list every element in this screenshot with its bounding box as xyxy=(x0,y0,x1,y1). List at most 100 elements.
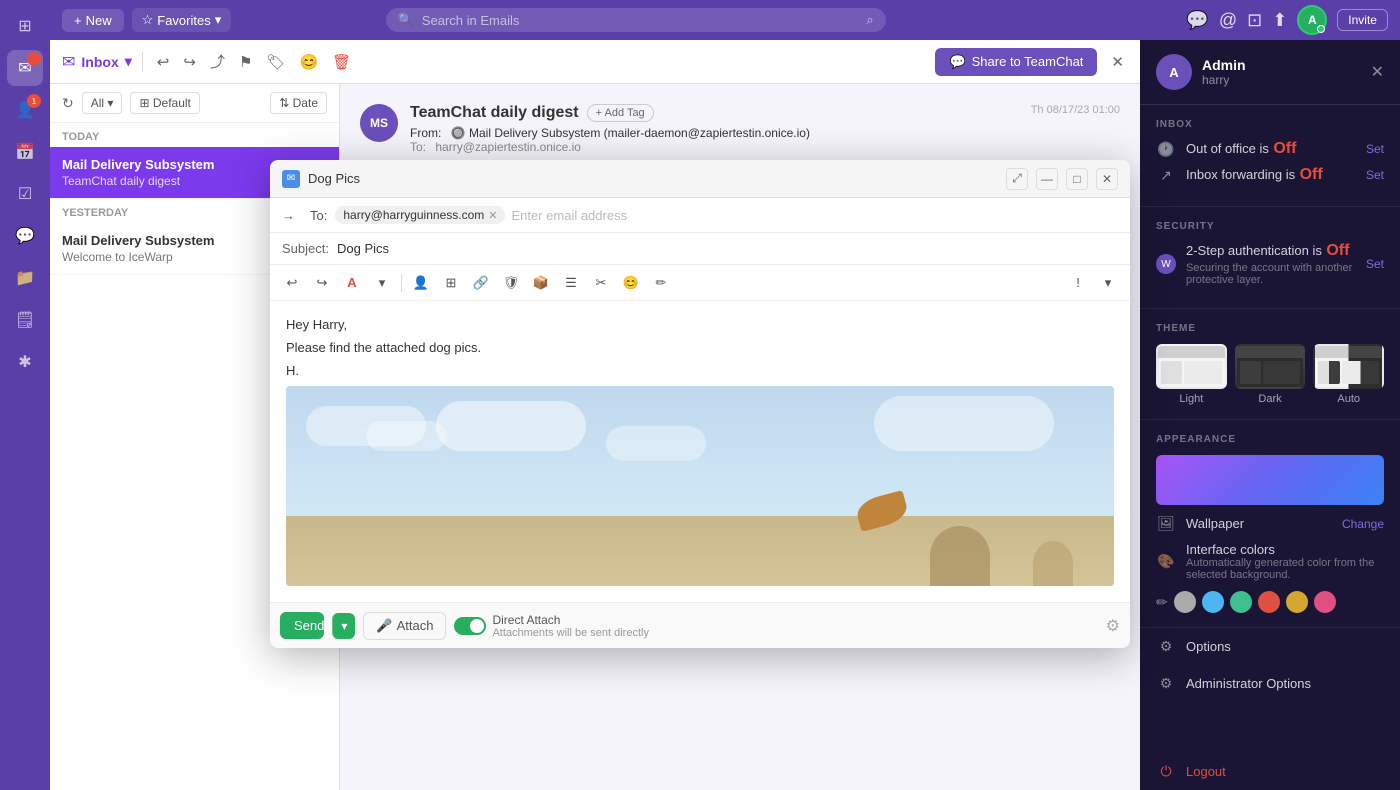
clock-icon: 🕐 xyxy=(1156,141,1176,158)
logout-row[interactable]: ⏻ Logout xyxy=(1140,753,1400,790)
compose-edit-btn[interactable]: ✏ xyxy=(647,269,675,297)
forward-btn[interactable]: ⤴ xyxy=(206,47,229,76)
grid-icon[interactable]: ⊞ xyxy=(7,8,43,44)
compose-insert-link-btn[interactable]: 🔗 xyxy=(467,269,495,297)
compose-more-btn[interactable]: ▾ xyxy=(1094,269,1122,297)
inbox-forwarding-set-link[interactable]: Set xyxy=(1366,168,1384,182)
flag-btn[interactable]: ⚑ xyxy=(235,49,256,75)
user-avatar[interactable]: A xyxy=(1297,5,1327,35)
upload-icon[interactable]: ⬆ xyxy=(1272,10,1287,31)
user-handle: harry xyxy=(1202,73,1246,87)
theme-light[interactable]: Light xyxy=(1156,344,1227,405)
send-button[interactable]: Send xyxy=(280,612,324,639)
search-submit-icon[interactable]: ⌕ xyxy=(866,12,873,28)
close-panel-btn[interactable]: ✕ xyxy=(1371,62,1384,82)
search-input[interactable] xyxy=(422,13,859,28)
compose-box-btn[interactable]: 📦 xyxy=(527,269,555,297)
wallpaper-row: 🖼 Wallpaper Change xyxy=(1156,515,1384,532)
inbox-selector[interactable]: Inbox ▾ xyxy=(81,53,131,70)
direct-attach-switch[interactable] xyxy=(454,617,486,635)
compose-font-btn[interactable]: A xyxy=(338,269,366,297)
compose-important-btn[interactable]: ! xyxy=(1064,269,1092,297)
interface-colors-sub: Automatically generated color from the s… xyxy=(1186,557,1384,581)
compose-font-dropdown-btn[interactable]: ▾ xyxy=(368,269,396,297)
favorites-button[interactable]: ☆ Favorites ▾ xyxy=(132,8,232,32)
all-filter-btn[interactable]: All ▾ xyxy=(82,92,123,114)
compose-maximize-btn[interactable]: □ xyxy=(1066,168,1088,190)
two-step-status: Off xyxy=(1326,242,1349,259)
attach-button[interactable]: 🎤 Attach xyxy=(363,612,446,640)
compose-redo-btn[interactable]: ↪ xyxy=(308,269,336,297)
color-yellow[interactable] xyxy=(1286,591,1308,613)
theme-dark[interactable]: Dark xyxy=(1235,344,1306,405)
mail-icon[interactable]: ✉ xyxy=(7,50,43,86)
compose-close-btn[interactable]: ✕ xyxy=(1096,168,1118,190)
bush-2 xyxy=(1033,541,1073,586)
options-label: Options xyxy=(1186,639,1231,654)
compose-subject-row: Subject: Dog Pics xyxy=(270,233,1130,265)
options-row[interactable]: ⚙ Options xyxy=(1140,628,1400,665)
tasks-icon[interactable]: ☑ xyxy=(7,176,43,212)
close-email-btn[interactable]: ✕ xyxy=(1107,49,1128,75)
color-teal[interactable] xyxy=(1230,591,1252,613)
share-teamchat-btn[interactable]: 💬 Share to TeamChat xyxy=(935,48,1097,76)
compose-undo-btn[interactable]: ↩ xyxy=(278,269,306,297)
reply-btn[interactable]: ↩ xyxy=(153,49,174,75)
compose-insert-table-btn[interactable]: ⊞ xyxy=(437,269,465,297)
tag-btn[interactable]: 🏷 xyxy=(262,49,289,75)
compose-shield-btn[interactable]: 🛡 xyxy=(497,269,525,297)
calendar-icon[interactable]: 📅 xyxy=(7,134,43,170)
color-white[interactable] xyxy=(1174,591,1196,613)
compose-to-input[interactable] xyxy=(511,208,1118,223)
theme-dark-label: Dark xyxy=(1258,393,1281,405)
pencil-icon[interactable]: ✏ xyxy=(1156,591,1168,613)
teamchat-icon: 💬 xyxy=(949,54,965,70)
today-section-label: Today xyxy=(50,123,339,147)
chat-icon[interactable]: 💬 xyxy=(7,218,43,254)
out-of-office-set-link[interactable]: Set xyxy=(1366,142,1384,156)
direct-attach-toggle: Direct Attach Attachments will be sent d… xyxy=(454,613,649,639)
new-button[interactable]: + New xyxy=(62,9,124,32)
notes-icon[interactable]: 🗒 xyxy=(7,302,43,338)
compose-image xyxy=(286,386,1114,586)
compose-scissors-btn[interactable]: ✂ xyxy=(587,269,615,297)
color-blue[interactable] xyxy=(1202,591,1224,613)
color-pink[interactable] xyxy=(1314,591,1336,613)
theme-auto[interactable]: Auto xyxy=(1313,344,1384,405)
date-sort-btn[interactable]: ⇅ Date xyxy=(270,92,327,114)
send-dropdown-btn[interactable]: ▾ xyxy=(332,613,355,639)
compose-list-btn[interactable]: ☰ xyxy=(557,269,585,297)
sort-icon: ⇅ xyxy=(279,96,289,110)
contacts-icon[interactable]: 👤1 xyxy=(7,92,43,128)
compose-editor[interactable]: Hey Harry, Please find the attached dog … xyxy=(270,301,1130,602)
mentions-icon[interactable]: @ xyxy=(1219,10,1237,31)
compose-insert-person-btn[interactable]: 👤 xyxy=(407,269,435,297)
compose-emoji-btn[interactable]: 😊 xyxy=(617,269,645,297)
add-tag-btn[interactable]: + Add Tag xyxy=(587,104,654,122)
default-filter-btn[interactable]: ⊞ Default xyxy=(130,92,199,114)
theme-auto-preview xyxy=(1313,344,1384,389)
compose-minimize-btn[interactable]: — xyxy=(1036,168,1058,190)
wallpaper-change-link[interactable]: Change xyxy=(1342,517,1384,531)
refresh-icon[interactable]: ↻ xyxy=(62,95,74,112)
tools-icon[interactable]: ✱ xyxy=(7,344,43,380)
top-bar-right: 💬 @ ⊡ ⬆ A Invite xyxy=(1186,5,1388,35)
remove-recipient-btn[interactable]: ✕ xyxy=(488,209,497,222)
two-step-set-link[interactable]: Set xyxy=(1366,257,1384,271)
compose-settings-btn[interactable]: ⚙ xyxy=(1106,616,1120,636)
files-icon[interactable]: 📁 xyxy=(7,260,43,296)
emoji-btn[interactable]: 😊 xyxy=(295,49,322,75)
apps-icon[interactable]: ⊡ xyxy=(1247,10,1262,31)
compose-subject-value: Dog Pics xyxy=(337,241,389,256)
theme-dark-preview xyxy=(1235,344,1306,389)
delete-btn[interactable]: 🗑 xyxy=(328,49,355,75)
search-icon: 🔍 xyxy=(398,12,414,28)
email-from: From: 🔘 Mail Delivery Subsystem (mailer-… xyxy=(410,126,1019,140)
color-orange[interactable] xyxy=(1258,591,1280,613)
invite-button[interactable]: Invite xyxy=(1337,9,1388,31)
compose-external-btn[interactable]: ⤢ xyxy=(1006,168,1028,190)
admin-options-row[interactable]: ⚙ Administrator Options xyxy=(1140,665,1400,702)
reply-all-btn[interactable]: ↪ xyxy=(179,49,200,75)
chat-nav-icon[interactable]: 💬 xyxy=(1186,10,1208,31)
appearance-section: APPEARANCE 🖼 Wallpaper Change 🎨 Interfac… xyxy=(1140,420,1400,628)
